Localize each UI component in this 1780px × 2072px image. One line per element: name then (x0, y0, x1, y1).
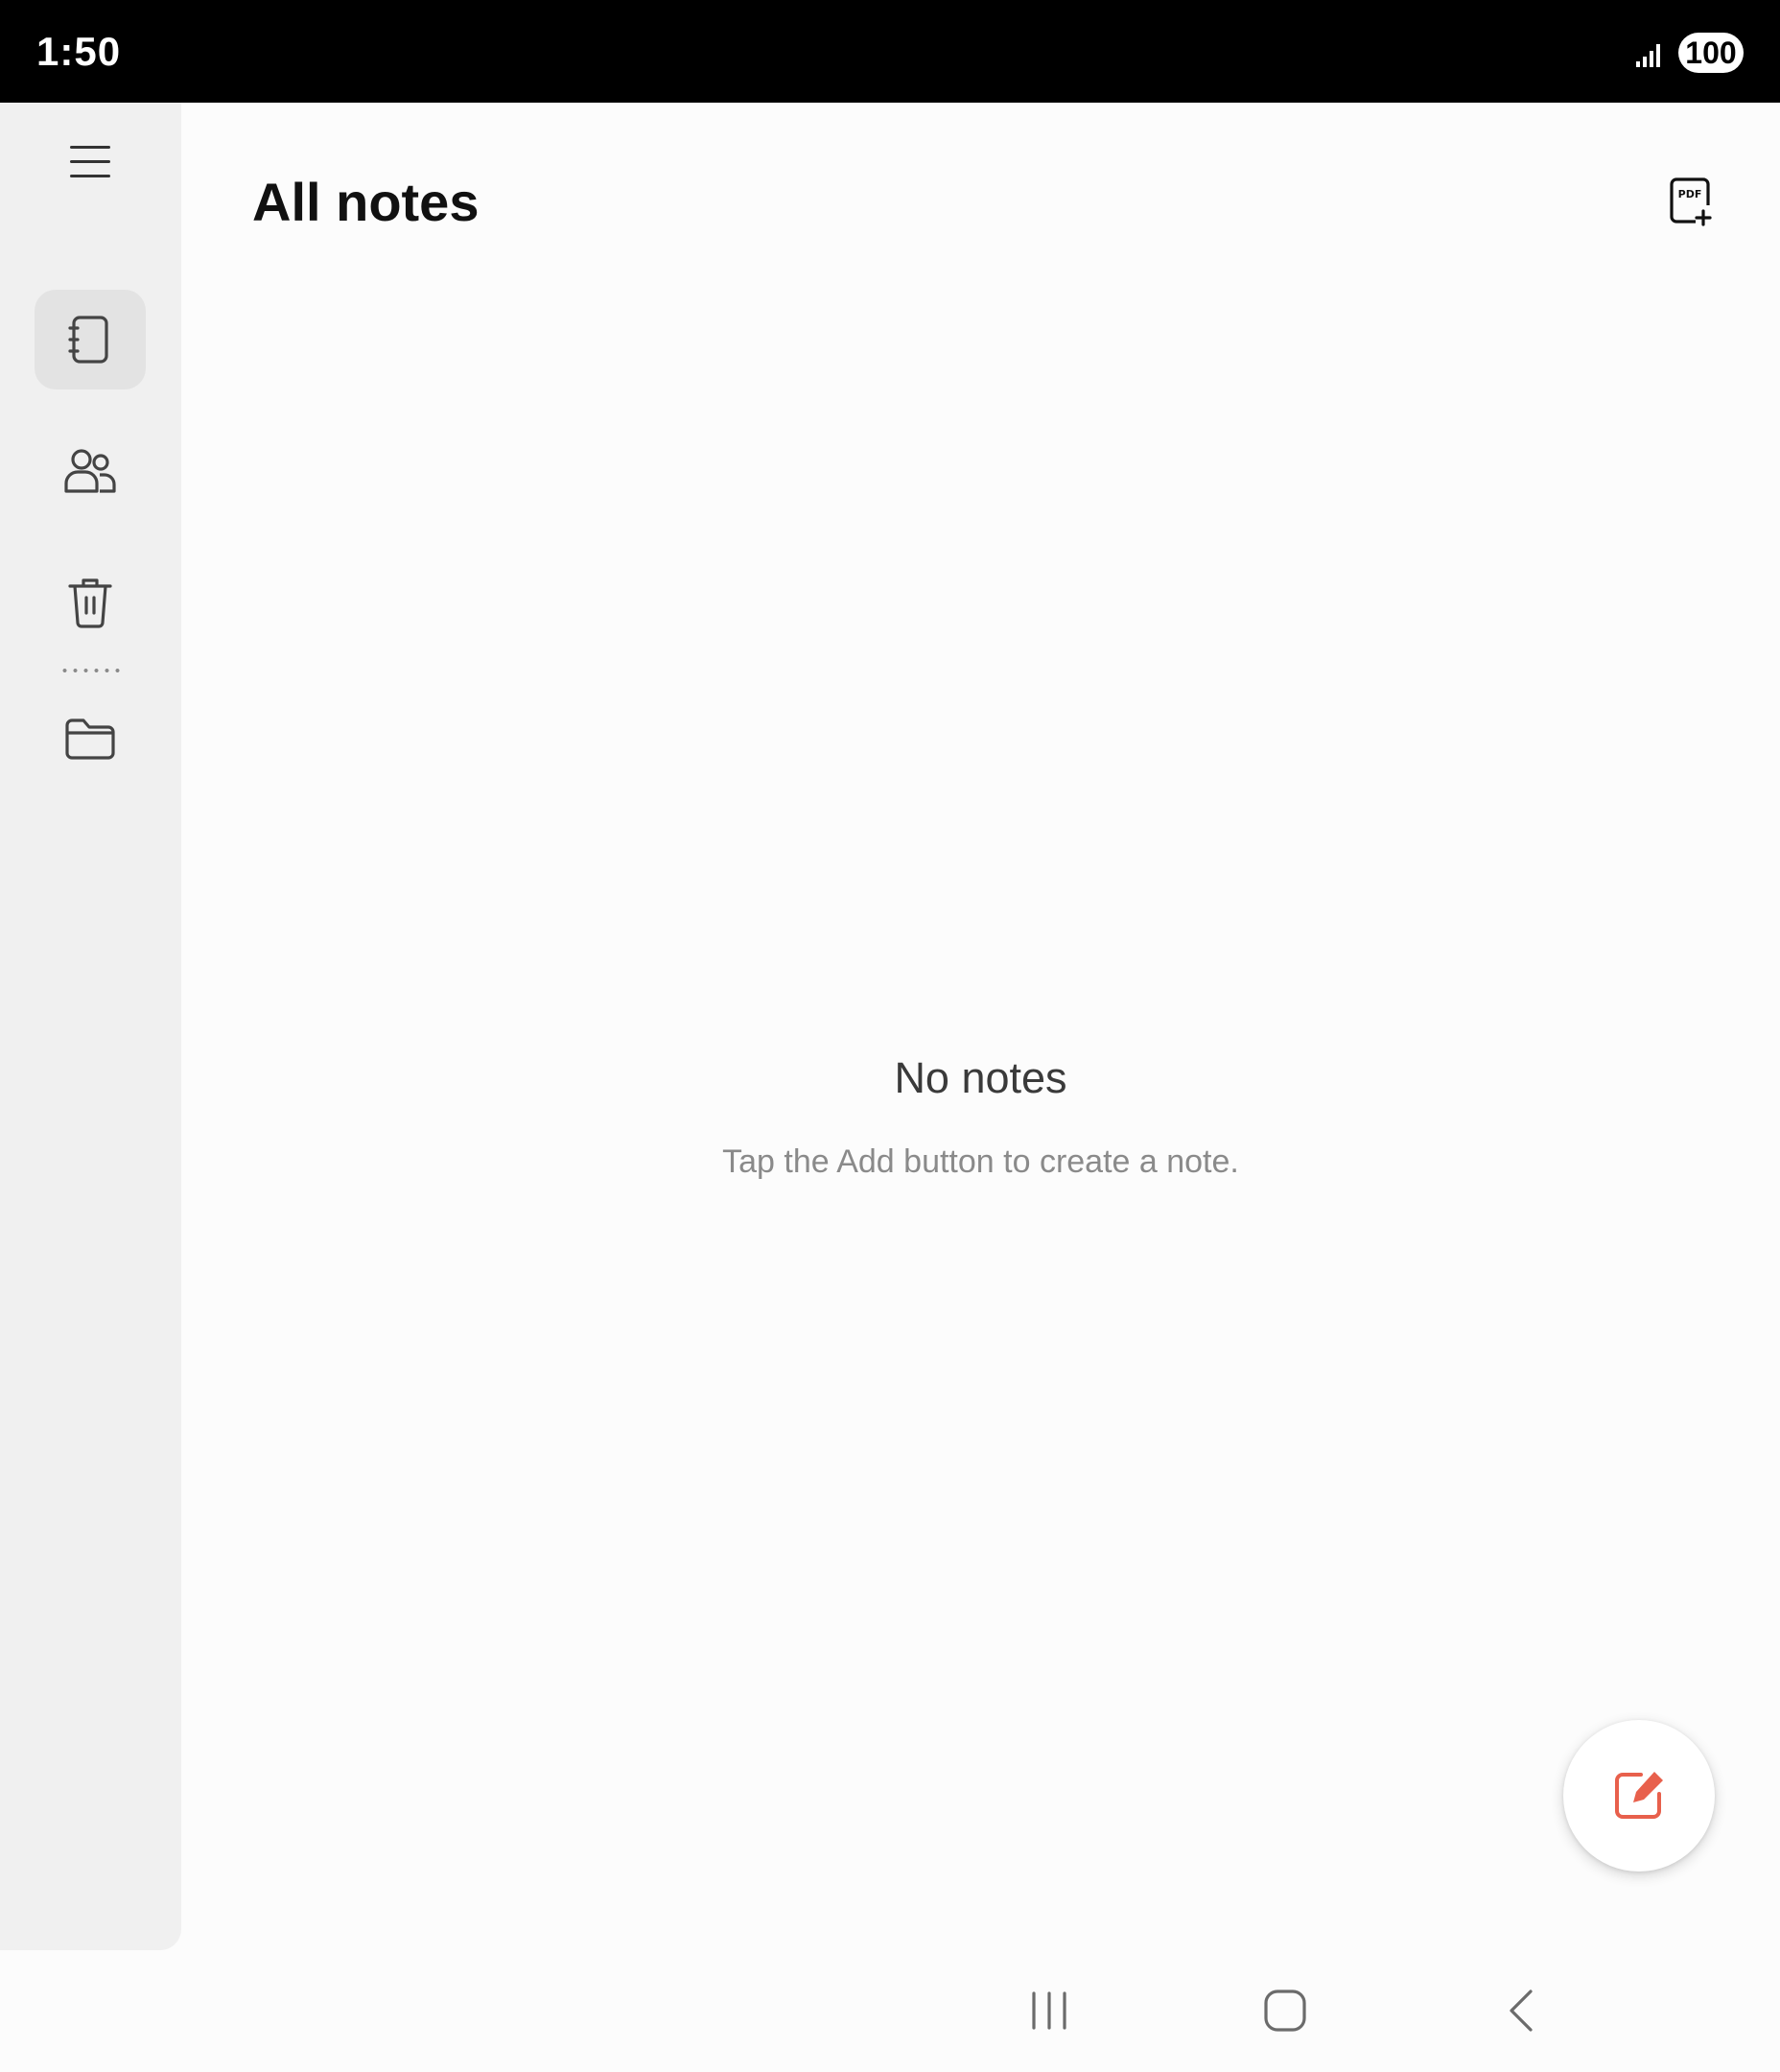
sidebar-item-folders[interactable] (35, 689, 146, 789)
status-bar: 1:50 100 (0, 0, 1780, 103)
signal-bars-icon (1636, 44, 1660, 67)
battery-level: 100 (1678, 33, 1744, 73)
sidebar-item-trash[interactable] (35, 553, 146, 652)
back-icon (1510, 1990, 1533, 2032)
notebook-icon (68, 316, 108, 364)
sidebar-item-shared[interactable] (35, 421, 146, 521)
sidebar-item-all-notes[interactable] (35, 290, 146, 389)
system-navigation-bar (0, 1950, 1780, 2072)
people-icon (64, 449, 116, 493)
import-pdf-button[interactable]: PDF (1665, 171, 1717, 232)
pdf-add-icon: PDF (1670, 177, 1712, 226)
svg-text:PDF: PDF (1678, 188, 1702, 200)
page-title: All notes (252, 172, 480, 232)
home-button[interactable] (1247, 1977, 1323, 2044)
empty-state-subtitle: Tap the Add button to create a note. (722, 1143, 1239, 1180)
rail-divider (59, 669, 123, 672)
folder-icon (65, 718, 115, 760)
menu-button[interactable] (35, 112, 146, 212)
add-note-button[interactable] (1563, 1720, 1715, 1872)
status-time: 1:50 (36, 29, 122, 74)
trash-icon (68, 578, 112, 628)
home-icon (1264, 1990, 1306, 2032)
hamburger-menu-icon (70, 146, 110, 177)
empty-state-title: No notes (894, 1053, 1067, 1102)
back-button[interactable] (1483, 1977, 1559, 2044)
navigation-rail (0, 103, 181, 1950)
compose-note-icon (1615, 1772, 1663, 1819)
recents-button[interactable] (1011, 1977, 1088, 2044)
recents-icon (1032, 1991, 1066, 2030)
